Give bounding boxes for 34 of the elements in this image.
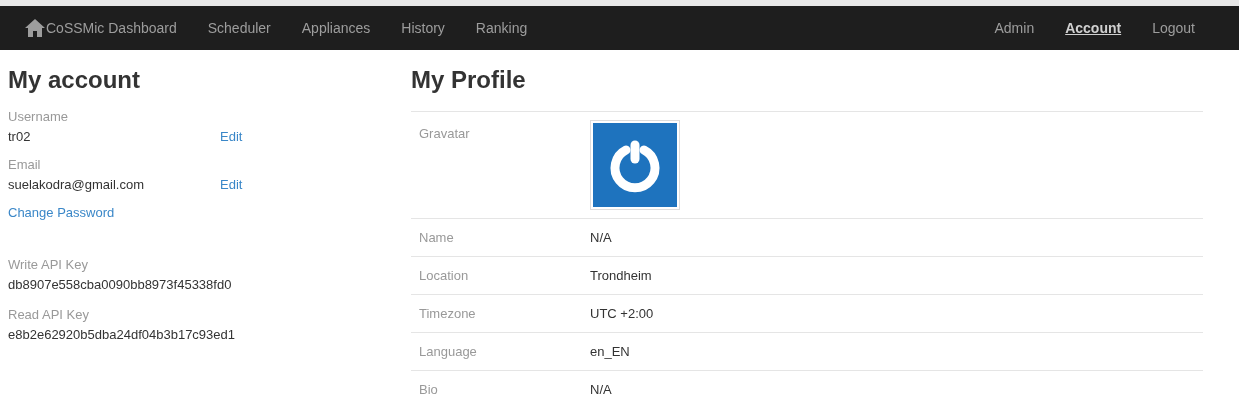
nav-link[interactable]: Scheduler [207, 17, 271, 39]
power-symbol-icon [593, 123, 677, 207]
edit-link[interactable]: Edit [220, 175, 243, 195]
nav-link[interactable]: History [401, 17, 445, 39]
nav-link[interactable]: Ranking [475, 17, 528, 39]
page-heading: My account [8, 65, 142, 95]
row-value: UTC +2:00 [590, 304, 654, 323]
nav-link[interactable]: Account [1065, 17, 1122, 39]
field-label: Write API Key [8, 256, 89, 274]
nav-link[interactable]: Appliances [301, 17, 371, 39]
row-value: Trondheim [590, 266, 652, 285]
field-label: Read API Key [8, 306, 90, 324]
edit-link[interactable]: Edit [220, 127, 243, 147]
change-password-link[interactable]: Change Password [8, 203, 411, 223]
api-key-value: db8907e558cba0090bb8973f45338fd0 [8, 276, 233, 294]
row-label: Name [419, 228, 455, 247]
field-value: suelakodra@gmail.com [8, 176, 146, 194]
field-label: Username [8, 108, 69, 126]
api-key-value: e8b2e62920b5dba24df04b3b17c93ed1 [8, 326, 236, 344]
row-label: Gravatar [419, 125, 471, 143]
page-heading: My Profile [411, 65, 527, 95]
row-label: Timezone [419, 304, 477, 323]
nav-link[interactable]: Admin [994, 17, 1035, 39]
row-value: N/A [590, 228, 612, 247]
row-label: Language [419, 342, 478, 361]
field-value: tr02 [8, 128, 32, 146]
row-value: N/A [590, 380, 612, 399]
nav-link[interactable]: Logout [1152, 17, 1195, 39]
field-label: Email [8, 156, 42, 174]
brand-link[interactable]: CoSSMic Dashboard [24, 17, 177, 39]
home-icon [24, 18, 46, 38]
row-label: Bio [419, 380, 439, 399]
row-label: Location [419, 266, 470, 285]
row-value: en_EN [590, 342, 630, 361]
